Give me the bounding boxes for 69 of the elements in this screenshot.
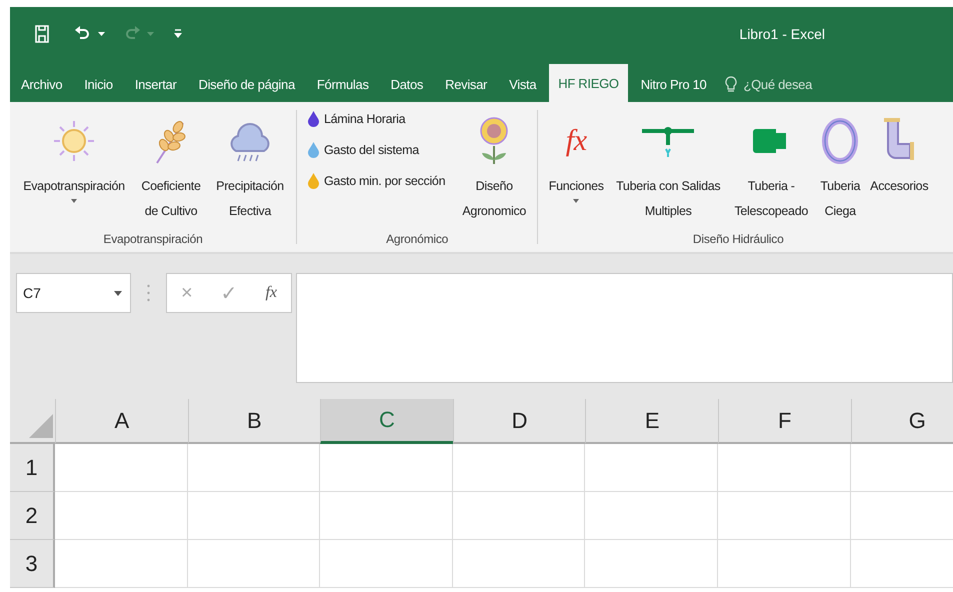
table-cell[interactable] xyxy=(188,444,320,492)
ribbon-tab[interactable]: Archivo xyxy=(12,67,72,102)
ribbon-button[interactable]: Precipitación Efectiva xyxy=(208,108,292,224)
ribbon-tab[interactable]: HF RIEGO xyxy=(549,64,628,102)
ribbon-tab[interactable]: Vista xyxy=(500,67,546,102)
save-icon[interactable] xyxy=(34,25,50,43)
table-cell[interactable] xyxy=(320,540,453,588)
caret-icon[interactable] xyxy=(98,32,105,36)
select-all-button[interactable] xyxy=(10,399,55,444)
row-header[interactable]: 1 xyxy=(10,444,55,492)
column-header[interactable]: D xyxy=(452,399,586,444)
ribbon-button[interactable]: Tuberia - Telescopeado xyxy=(726,108,816,224)
lightbulb-icon[interactable] xyxy=(725,76,738,94)
table-cell[interactable] xyxy=(452,492,586,540)
group-label: Evapotranspiración xyxy=(103,232,203,246)
ribbon-tab[interactable]: Insertar xyxy=(126,67,186,102)
group-label: Agronómico xyxy=(386,232,448,246)
window-title: Libro1 - Excel xyxy=(739,26,825,42)
ring-icon xyxy=(821,116,860,166)
sun-icon xyxy=(53,120,95,162)
name-box[interactable]: C7 xyxy=(16,273,131,313)
table-cell[interactable] xyxy=(585,492,718,540)
ribbon-tab[interactable]: Datos xyxy=(382,67,432,102)
table-cell[interactable] xyxy=(718,492,851,540)
table-cell[interactable] xyxy=(320,492,453,540)
table-cell[interactable] xyxy=(585,540,718,588)
table-cell[interactable] xyxy=(718,540,851,588)
formula-button[interactable]: fx xyxy=(261,284,282,302)
ribbon-button[interactable]: Tuberia con Salidas Multiples xyxy=(610,108,726,224)
grip-icon xyxy=(147,283,150,303)
table-cell[interactable] xyxy=(585,444,718,492)
table-cell[interactable] xyxy=(55,492,188,540)
row-header[interactable]: 2 xyxy=(10,492,55,540)
table-cell[interactable] xyxy=(452,540,586,588)
customize-icon[interactable] xyxy=(174,29,182,39)
column-header[interactable]: E xyxy=(585,399,718,444)
table-cell[interactable] xyxy=(55,444,188,492)
ribbon-tab[interactable]: Revisar xyxy=(436,67,496,102)
ribbon-button[interactable]: Lámina Horaria xyxy=(305,108,448,129)
ribbon-button[interactable]: Gasto del sistema xyxy=(305,139,448,160)
table-cell[interactable] xyxy=(188,540,320,588)
ribbon-button[interactable]: Accesorios xyxy=(864,108,934,199)
ribbon-button[interactable]: Evapotranspiración xyxy=(14,108,134,203)
ribbon-tab[interactable]: Fórmulas xyxy=(308,67,378,102)
triangle-icon xyxy=(29,414,53,438)
ribbon-button[interactable]: Gasto min. por sección xyxy=(305,170,448,191)
ribbon-button[interactable]: Diseño Agronomico xyxy=(455,108,534,224)
ribbon-button[interactable]: Coeficiente de Cultivo xyxy=(134,108,208,224)
ribbon-tab[interactable]: Diseño de página xyxy=(189,67,304,102)
table-cell[interactable] xyxy=(188,492,320,540)
formula-field[interactable] xyxy=(296,273,953,383)
table-cell[interactable] xyxy=(320,444,453,492)
table-cell[interactable] xyxy=(55,540,188,588)
caret-icon xyxy=(114,290,122,296)
column-header[interactable]: C xyxy=(320,399,453,444)
group-label: Diseño Hidráulico xyxy=(692,232,784,246)
ribbon-button[interactable]: Tuberia Ciega xyxy=(816,108,864,224)
ribbon-tab[interactable]: Nitro Pro 10 xyxy=(632,67,716,102)
column-header[interactable]: B xyxy=(188,399,320,444)
table-cell[interactable] xyxy=(718,444,851,492)
column-header[interactable]: F xyxy=(718,399,851,444)
ribbon-button[interactable]: fx Funciones xyxy=(542,108,610,203)
table-cell[interactable] xyxy=(452,444,586,492)
tell-me-field[interactable]: ¿Qué desea xyxy=(743,77,812,92)
function-icon: fx xyxy=(566,124,587,158)
row-header[interactable]: 3 xyxy=(10,540,55,588)
column-header[interactable]: G xyxy=(850,399,953,444)
ribbon-tab[interactable]: Inicio xyxy=(75,67,122,102)
column-header[interactable]: A xyxy=(55,399,188,444)
